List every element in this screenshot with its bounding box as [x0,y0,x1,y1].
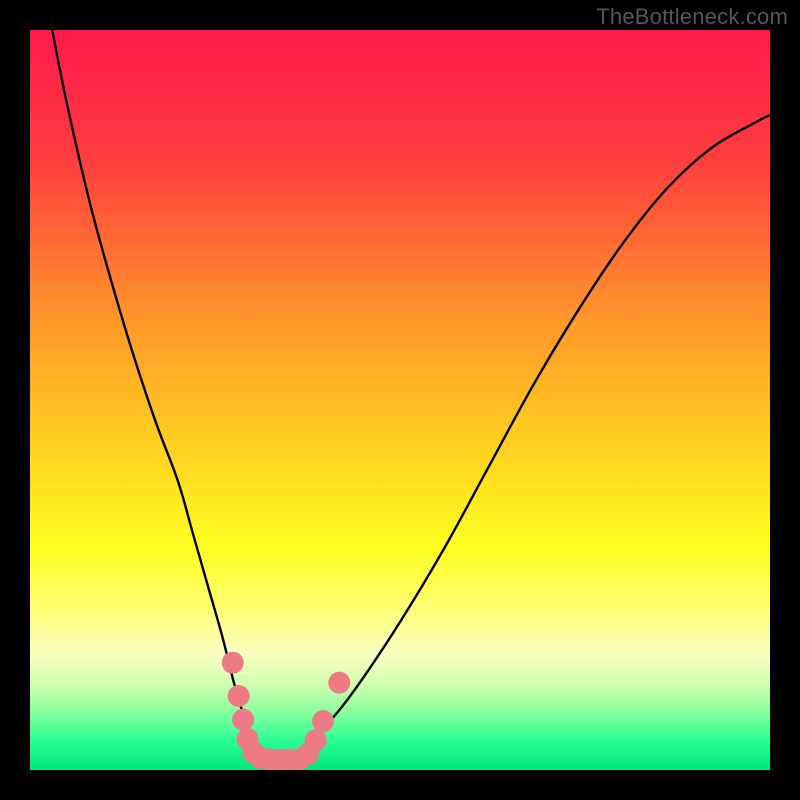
marker-dot [328,672,350,694]
chart-svg [30,30,770,770]
marker-dot [305,729,327,751]
watermark-text: TheBottleneck.com [596,4,788,30]
chart-frame: TheBottleneck.com [0,0,800,800]
marker-dot [222,652,244,674]
gradient-background [30,30,770,770]
marker-dot [312,710,334,732]
marker-dot [232,709,254,731]
marker-dot [228,685,250,707]
plot-area [30,30,770,770]
